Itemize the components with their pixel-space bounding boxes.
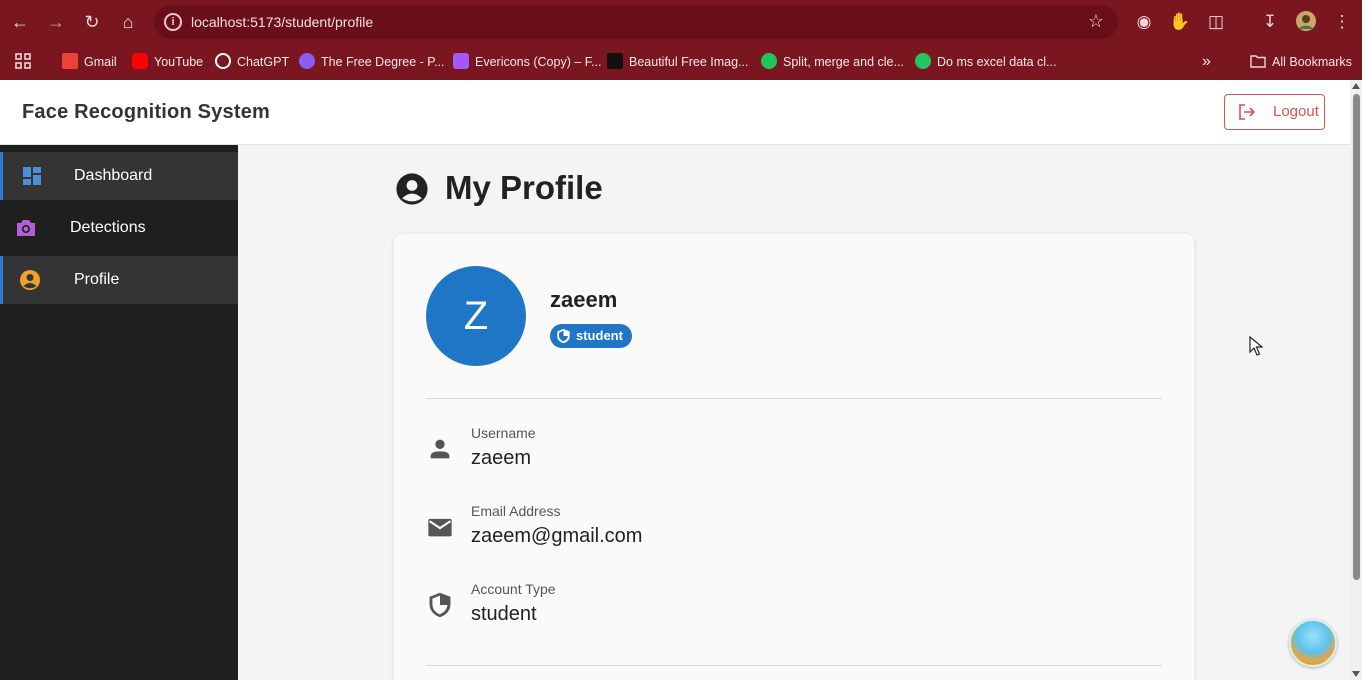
profile-card: Z zaeem student Username zaeem Email Add… [394, 234, 1194, 680]
divider [426, 398, 1162, 399]
bookmark-evericons[interactable]: Evericons (Copy) – F... [453, 52, 601, 72]
back-icon[interactable]: ← [8, 10, 32, 34]
home-icon[interactable]: ⌂ [116, 10, 140, 34]
fiverr-icon [915, 53, 931, 69]
bookmark-split-merge[interactable]: Split, merge and cle... [761, 52, 904, 72]
browser-toolbar: ← → ↻ ⌂ i localhost:5173/student/profile… [0, 0, 1362, 44]
field-value: zaeem@gmail.com [471, 525, 643, 547]
bookmark-gmail[interactable]: Gmail [62, 52, 117, 72]
field-value: zaeem [471, 447, 532, 469]
divider [426, 665, 1162, 666]
logout-button[interactable]: Logout [1224, 94, 1325, 130]
sidebar-item-label: Dashboard [74, 167, 153, 184]
bookmark-star-icon[interactable]: ☆ [1088, 11, 1104, 32]
account-circle-icon [20, 270, 40, 290]
mouse-cursor-icon [1249, 336, 1263, 356]
profile-avatar-icon[interactable] [1294, 10, 1318, 34]
url-text[interactable]: localhost:5173/student/profile [191, 14, 373, 30]
bookmark-chatgpt[interactable]: ChatGPT [215, 52, 289, 72]
logout-icon [1239, 104, 1256, 120]
page-title: My Profile [445, 169, 603, 206]
field-label: Email Address [471, 503, 561, 519]
bookmarks-bar: Gmail YouTube ChatGPT The Free Degree - … [0, 44, 1362, 80]
shield-icon [557, 328, 570, 344]
email-icon [428, 518, 452, 537]
sidebar: Dashboard Detections Profile [0, 145, 238, 680]
youtube-icon [132, 53, 148, 69]
floating-assistant-button[interactable] [1289, 619, 1337, 667]
free-degree-icon [299, 53, 315, 69]
username-field: Username zaeem [426, 425, 1126, 485]
menu-kebab-icon[interactable]: ⋮ [1330, 10, 1354, 34]
field-label: Username [471, 425, 536, 441]
account-type-field: Account Type student [426, 581, 1126, 641]
all-bookmarks-folder[interactable]: All Bookmarks [1250, 52, 1352, 72]
page-scrollbar[interactable] [1350, 80, 1362, 680]
person-icon [430, 439, 450, 459]
camera-icon [17, 220, 35, 236]
sidebar-item-label: Detections [70, 219, 146, 236]
extensions-icon[interactable]: ◫ [1204, 10, 1228, 34]
scroll-thumb[interactable] [1353, 94, 1360, 580]
field-value: student [471, 603, 537, 625]
shield-icon [429, 592, 451, 618]
dashboard-icon [23, 167, 41, 185]
sidebar-item-detections[interactable]: Detections [0, 204, 238, 252]
forward-icon[interactable]: → [44, 10, 68, 34]
site-info-icon[interactable]: i [164, 13, 182, 31]
chatgpt-icon [215, 53, 231, 69]
bookmark-beautiful-free-images[interactable]: Beautiful Free Imag... [607, 52, 749, 72]
scroll-down-arrow-icon[interactable] [1352, 671, 1360, 677]
email-field: Email Address zaeem@gmail.com [426, 503, 1126, 563]
field-label: Account Type [471, 581, 556, 597]
reload-icon[interactable]: ↻ [80, 10, 104, 34]
sidebar-item-label: Profile [74, 271, 120, 288]
profile-name: zaeem [550, 287, 618, 312]
sidebar-item-dashboard[interactable]: Dashboard [0, 152, 238, 200]
scroll-up-arrow-icon[interactable] [1352, 83, 1360, 89]
folder-icon [1250, 55, 1266, 68]
bookmark-ms-excel[interactable]: Do ms excel data cl... [915, 52, 1057, 72]
more-bookmarks-icon[interactable]: » [1202, 52, 1211, 72]
address-bar[interactable]: i localhost:5173/student/profile ☆ [154, 5, 1118, 39]
figma-icon [453, 53, 469, 69]
download-icon[interactable]: ↧ [1258, 10, 1282, 34]
apps-grid-icon[interactable] [14, 52, 32, 72]
app-title: Face Recognition System [22, 101, 270, 123]
bookmark-free-degree[interactable]: The Free Degree - P... [299, 52, 444, 72]
sidebar-item-profile[interactable]: Profile [0, 256, 238, 304]
avatar: Z [426, 266, 526, 366]
camera-extension-icon[interactable]: ◉ [1132, 10, 1156, 34]
gmail-icon [62, 53, 78, 69]
bookmark-youtube[interactable]: YouTube [132, 52, 203, 72]
unsplash-icon [607, 53, 623, 69]
hand-extension-icon[interactable]: ✋ [1168, 10, 1192, 34]
app-header: Face Recognition System Logout [0, 80, 1350, 145]
role-badge: student [550, 324, 632, 348]
fiverr-icon [761, 53, 777, 69]
main-content: My Profile Z zaeem student Username zaee… [238, 145, 1350, 680]
account-circle-icon [396, 173, 428, 205]
